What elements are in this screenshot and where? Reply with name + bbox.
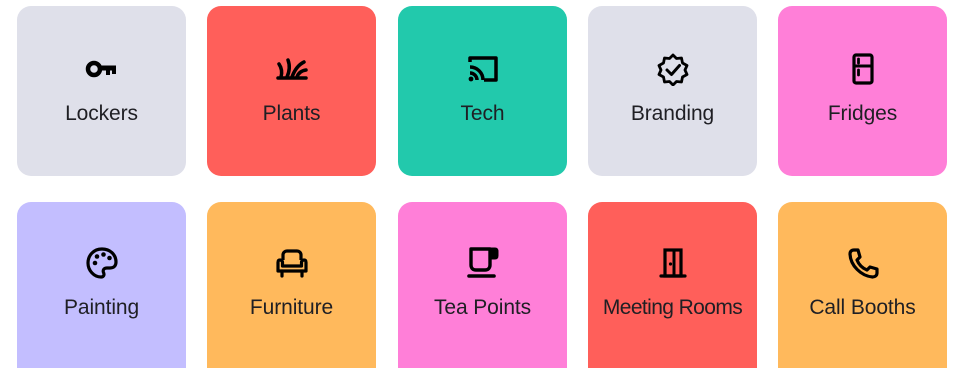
tile-label: Meeting Rooms [602, 296, 743, 319]
tile-furniture[interactable]: Furniture [207, 202, 376, 368]
tile-label: Call Booths [809, 296, 916, 319]
tile-label: Fridges [827, 102, 898, 125]
tile-label: Plants [262, 102, 321, 125]
tile-label: Branding [630, 102, 715, 125]
palette-icon [84, 245, 120, 281]
tile-painting[interactable]: Painting [17, 202, 186, 368]
tile-fridges[interactable]: Fridges [778, 6, 947, 176]
tile-lockers[interactable]: Lockers [17, 6, 186, 176]
door-icon [655, 245, 691, 281]
tile-plants[interactable]: Plants [207, 6, 376, 176]
tile-tea-points[interactable]: Tea Points [398, 202, 567, 368]
cast-icon [465, 51, 501, 87]
phone-icon [845, 245, 881, 281]
armchair-icon [274, 245, 310, 281]
tile-label: Tech [460, 102, 505, 125]
plant-icon [274, 51, 310, 87]
tile-meeting-rooms[interactable]: Meeting Rooms [588, 202, 757, 368]
tile-label: Tea Points [433, 296, 532, 319]
key-icon [84, 51, 120, 87]
verified-badge-icon [655, 51, 691, 87]
cup-icon [465, 245, 501, 281]
tile-label: Painting [63, 296, 140, 319]
tile-label: Furniture [249, 296, 334, 319]
tile-branding[interactable]: Branding [588, 6, 757, 176]
tile-call-booths[interactable]: Call Booths [778, 202, 947, 368]
tile-tech[interactable]: Tech [398, 6, 567, 176]
tile-label: Lockers [65, 102, 138, 125]
fridge-icon [845, 51, 881, 87]
